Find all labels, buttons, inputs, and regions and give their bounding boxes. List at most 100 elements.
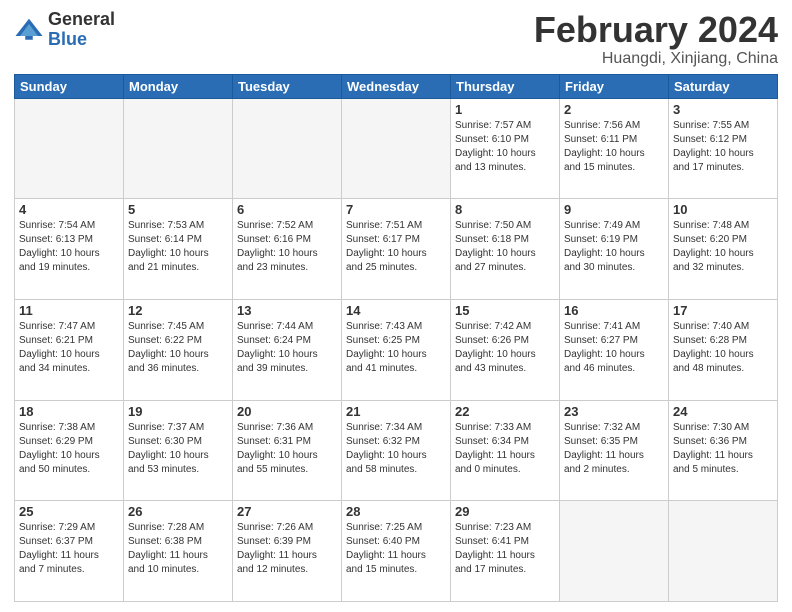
title-block: February 2024 Huangdi, Xinjiang, China (534, 10, 778, 68)
logo-text: General Blue (48, 10, 115, 50)
calendar-cell: 13Sunrise: 7:44 AM Sunset: 6:24 PM Dayli… (233, 299, 342, 400)
day-number: 22 (455, 404, 555, 419)
calendar-cell: 26 Sunrise: 7:28 AM Sunset: 6:38 PM Dayli… (124, 501, 233, 602)
day-header-tuesday: Tuesday (233, 74, 342, 98)
calendar-cell: 8Sunrise: 7:50 AM Sunset: 6:18 PM Daylig… (451, 199, 560, 300)
day-number: 27 (237, 504, 337, 519)
day-header-sunday: Sunday (15, 74, 124, 98)
day-info: Sunrise: 7:40 AM Sunset: 6:28 PM Dayligh… (673, 320, 773, 376)
logo-icon (14, 15, 44, 45)
calendar-cell: 20 Sunrise: 7:36 AM Sunset: 6:31 PM Dayli… (233, 400, 342, 501)
day-info: Sunrise: 7:57 AM Sunset: 6:10 PM Dayligh… (455, 119, 555, 175)
calendar-cell: 21 Sunrise: 7:34 AM Sunset: 6:32 PM Dayli… (342, 400, 451, 501)
calendar-cell (15, 98, 124, 199)
day-number: 19 (128, 404, 228, 419)
day-number: 28 (346, 504, 446, 519)
calendar-cell: 16Sunrise: 7:41 AM Sunset: 6:27 PM Dayli… (560, 299, 669, 400)
calendar-cell: 17Sunrise: 7:40 AM Sunset: 6:28 PM Dayli… (669, 299, 778, 400)
calendar-cell (342, 98, 451, 199)
subtitle: Huangdi, Xinjiang, China (534, 50, 778, 68)
main-title: February 2024 (534, 10, 778, 50)
calendar-cell: 1 Sunrise: 7:57 AM Sunset: 6:10 PM Daylig… (451, 98, 560, 199)
day-info: Sunrise: 7:47 AM Sunset: 6:21 PM Dayligh… (19, 320, 119, 376)
week-row-2: 11 Sunrise: 7:47 AM Sunset: 6:21 PM Dayli… (15, 299, 778, 400)
day-info: Sunrise: 7:37 AM Sunset: 6:30 PM Dayligh… (128, 421, 228, 477)
calendar-table: SundayMondayTuesdayWednesdayThursdayFrid… (14, 74, 778, 602)
week-row-1: 4 Sunrise: 7:54 AM Sunset: 6:13 PM Daylig… (15, 199, 778, 300)
day-info: Sunrise: 7:36 AM Sunset: 6:31 PM Dayligh… (237, 421, 337, 477)
week-row-4: 25 Sunrise: 7:29 AM Sunset: 6:37 PM Dayli… (15, 501, 778, 602)
calendar-cell: 10 Sunrise: 7:48 AM Sunset: 6:20 PM Dayli… (669, 199, 778, 300)
day-number: 14 (346, 303, 446, 318)
day-info: Sunrise: 7:30 AM Sunset: 6:36 PM Dayligh… (673, 421, 773, 477)
day-info: Sunrise: 7:55 AM Sunset: 6:12 PM Dayligh… (673, 119, 773, 175)
day-number: 11 (19, 303, 119, 318)
day-info: Sunrise: 7:38 AM Sunset: 6:29 PM Dayligh… (19, 421, 119, 477)
logo-general-text: General (48, 10, 115, 30)
day-info: Sunrise: 7:54 AM Sunset: 6:13 PM Dayligh… (19, 219, 119, 275)
day-info: Sunrise: 7:45 AM Sunset: 6:22 PM Dayligh… (128, 320, 228, 376)
calendar-cell: 23 Sunrise: 7:32 AM Sunset: 6:35 PM Dayli… (560, 400, 669, 501)
day-number: 26 (128, 504, 228, 519)
calendar-cell: 19 Sunrise: 7:37 AM Sunset: 6:30 PM Dayli… (124, 400, 233, 501)
day-number: 1 (455, 102, 555, 117)
day-number: 15 (455, 303, 555, 318)
day-info: Sunrise: 7:42 AM Sunset: 6:26 PM Dayligh… (455, 320, 555, 376)
day-info: Sunrise: 7:50 AM Sunset: 6:18 PM Dayligh… (455, 219, 555, 275)
day-header-friday: Friday (560, 74, 669, 98)
logo: General Blue (14, 10, 115, 50)
day-info: Sunrise: 7:25 AM Sunset: 6:40 PM Dayligh… (346, 521, 446, 577)
day-number: 25 (19, 504, 119, 519)
header: General Blue February 2024 Huangdi, Xinj… (14, 10, 778, 68)
calendar-cell: 28 Sunrise: 7:25 AM Sunset: 6:40 PM Dayli… (342, 501, 451, 602)
day-number: 6 (237, 202, 337, 217)
day-number: 20 (237, 404, 337, 419)
day-info: Sunrise: 7:52 AM Sunset: 6:16 PM Dayligh… (237, 219, 337, 275)
day-number: 4 (19, 202, 119, 217)
day-info: Sunrise: 7:43 AM Sunset: 6:25 PM Dayligh… (346, 320, 446, 376)
day-info: Sunrise: 7:48 AM Sunset: 6:20 PM Dayligh… (673, 219, 773, 275)
calendar-cell: 14 Sunrise: 7:43 AM Sunset: 6:25 PM Dayli… (342, 299, 451, 400)
calendar-cell: 27Sunrise: 7:26 AM Sunset: 6:39 PM Dayli… (233, 501, 342, 602)
calendar-body: 1 Sunrise: 7:57 AM Sunset: 6:10 PM Daylig… (15, 98, 778, 601)
week-row-3: 18 Sunrise: 7:38 AM Sunset: 6:29 PM Dayli… (15, 400, 778, 501)
day-number: 9 (564, 202, 664, 217)
day-info: Sunrise: 7:56 AM Sunset: 6:11 PM Dayligh… (564, 119, 664, 175)
calendar-cell: 24 Sunrise: 7:30 AM Sunset: 6:36 PM Dayli… (669, 400, 778, 501)
day-number: 18 (19, 404, 119, 419)
calendar-cell: 6 Sunrise: 7:52 AM Sunset: 6:16 PM Daylig… (233, 199, 342, 300)
day-number: 21 (346, 404, 446, 419)
day-number: 29 (455, 504, 555, 519)
day-number: 5 (128, 202, 228, 217)
day-number: 10 (673, 202, 773, 217)
calendar-cell (233, 98, 342, 199)
day-number: 24 (673, 404, 773, 419)
day-info: Sunrise: 7:34 AM Sunset: 6:32 PM Dayligh… (346, 421, 446, 477)
day-info: Sunrise: 7:33 AM Sunset: 6:34 PM Dayligh… (455, 421, 555, 477)
day-number: 7 (346, 202, 446, 217)
day-header-monday: Monday (124, 74, 233, 98)
day-number: 3 (673, 102, 773, 117)
week-row-0: 1 Sunrise: 7:57 AM Sunset: 6:10 PM Daylig… (15, 98, 778, 199)
day-header-row: SundayMondayTuesdayWednesdayThursdayFrid… (15, 74, 778, 98)
day-header-wednesday: Wednesday (342, 74, 451, 98)
logo-blue-text: Blue (48, 30, 115, 50)
day-info: Sunrise: 7:28 AM Sunset: 6:38 PM Dayligh… (128, 521, 228, 577)
day-number: 23 (564, 404, 664, 419)
calendar-cell: 5 Sunrise: 7:53 AM Sunset: 6:14 PM Daylig… (124, 199, 233, 300)
day-info: Sunrise: 7:41 AM Sunset: 6:27 PM Dayligh… (564, 320, 664, 376)
calendar-cell (669, 501, 778, 602)
calendar-cell: 22 Sunrise: 7:33 AM Sunset: 6:34 PM Dayli… (451, 400, 560, 501)
day-header-thursday: Thursday (451, 74, 560, 98)
page: General Blue February 2024 Huangdi, Xinj… (0, 0, 792, 612)
calendar-cell: 18 Sunrise: 7:38 AM Sunset: 6:29 PM Dayli… (15, 400, 124, 501)
day-info: Sunrise: 7:32 AM Sunset: 6:35 PM Dayligh… (564, 421, 664, 477)
calendar-cell: 2Sunrise: 7:56 AM Sunset: 6:11 PM Daylig… (560, 98, 669, 199)
calendar-cell (124, 98, 233, 199)
calendar-cell: 29Sunrise: 7:23 AM Sunset: 6:41 PM Dayli… (451, 501, 560, 602)
calendar-cell: 15 Sunrise: 7:42 AM Sunset: 6:26 PM Dayli… (451, 299, 560, 400)
day-info: Sunrise: 7:53 AM Sunset: 6:14 PM Dayligh… (128, 219, 228, 275)
calendar-cell: 9Sunrise: 7:49 AM Sunset: 6:19 PM Daylig… (560, 199, 669, 300)
day-info: Sunrise: 7:29 AM Sunset: 6:37 PM Dayligh… (19, 521, 119, 577)
day-number: 12 (128, 303, 228, 318)
